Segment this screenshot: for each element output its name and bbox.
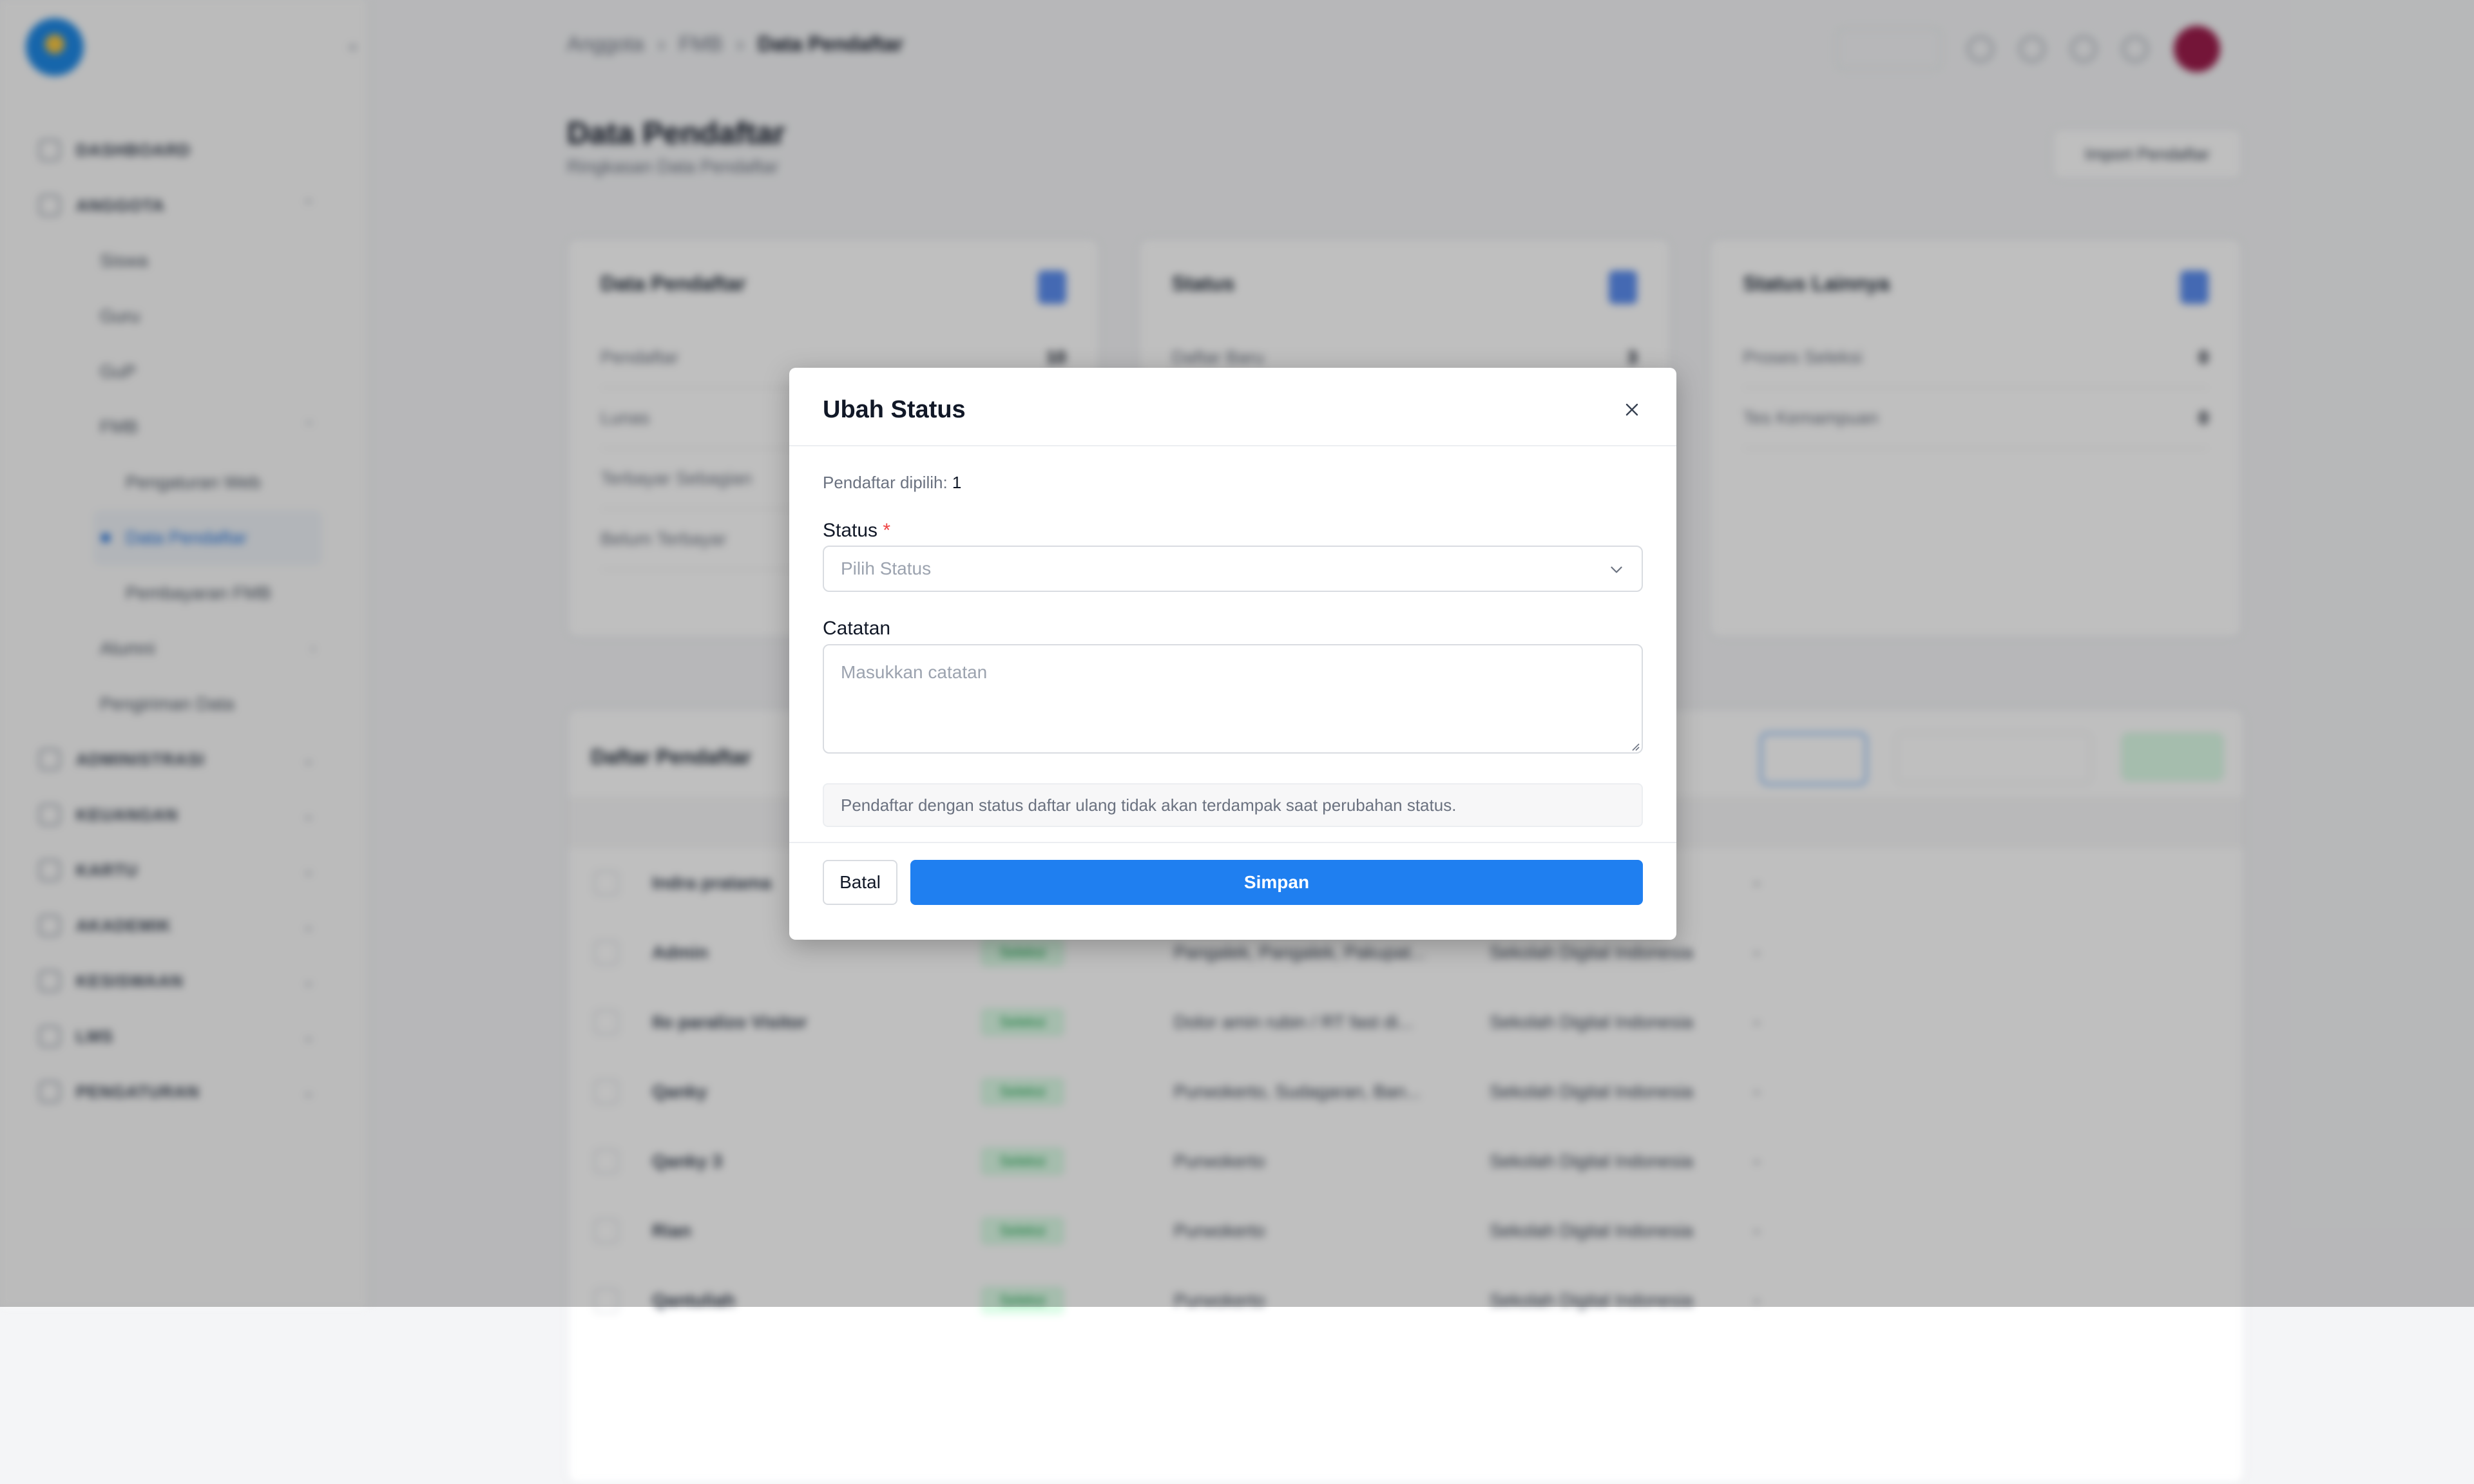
resize-handle-icon[interactable] [1630, 741, 1640, 752]
notes-field-label: Catatan [823, 618, 891, 639]
save-button[interactable]: Simpan [910, 860, 1643, 905]
status-select[interactable]: Pilih Status [823, 546, 1643, 592]
status-field-label: Status * [823, 520, 890, 542]
selected-count-label: Pendaftar dipilih: [823, 473, 948, 492]
required-indicator: * [883, 520, 891, 541]
info-notice: Pendaftar dengan status daftar ulang tid… [823, 783, 1643, 827]
modal-footer-divider [789, 842, 1676, 843]
cancel-button[interactable]: Batal [823, 860, 897, 905]
close-icon [1625, 403, 1638, 416]
close-button[interactable] [1616, 394, 1648, 426]
status-select-placeholder: Pilih Status [841, 558, 932, 578]
status-label-text: Status [823, 520, 878, 541]
chevron-down-icon [1611, 566, 1622, 573]
ubah-status-modal: Ubah Status Pendaftar dipilih: 1 Status … [789, 368, 1676, 940]
modal-header: Ubah Status [789, 368, 1676, 446]
selected-count-info: Pendaftar dipilih: 1 [823, 473, 961, 493]
notes-textarea[interactable] [823, 644, 1643, 754]
selected-count-value: 1 [952, 473, 962, 492]
modal-title: Ubah Status [823, 396, 966, 423]
